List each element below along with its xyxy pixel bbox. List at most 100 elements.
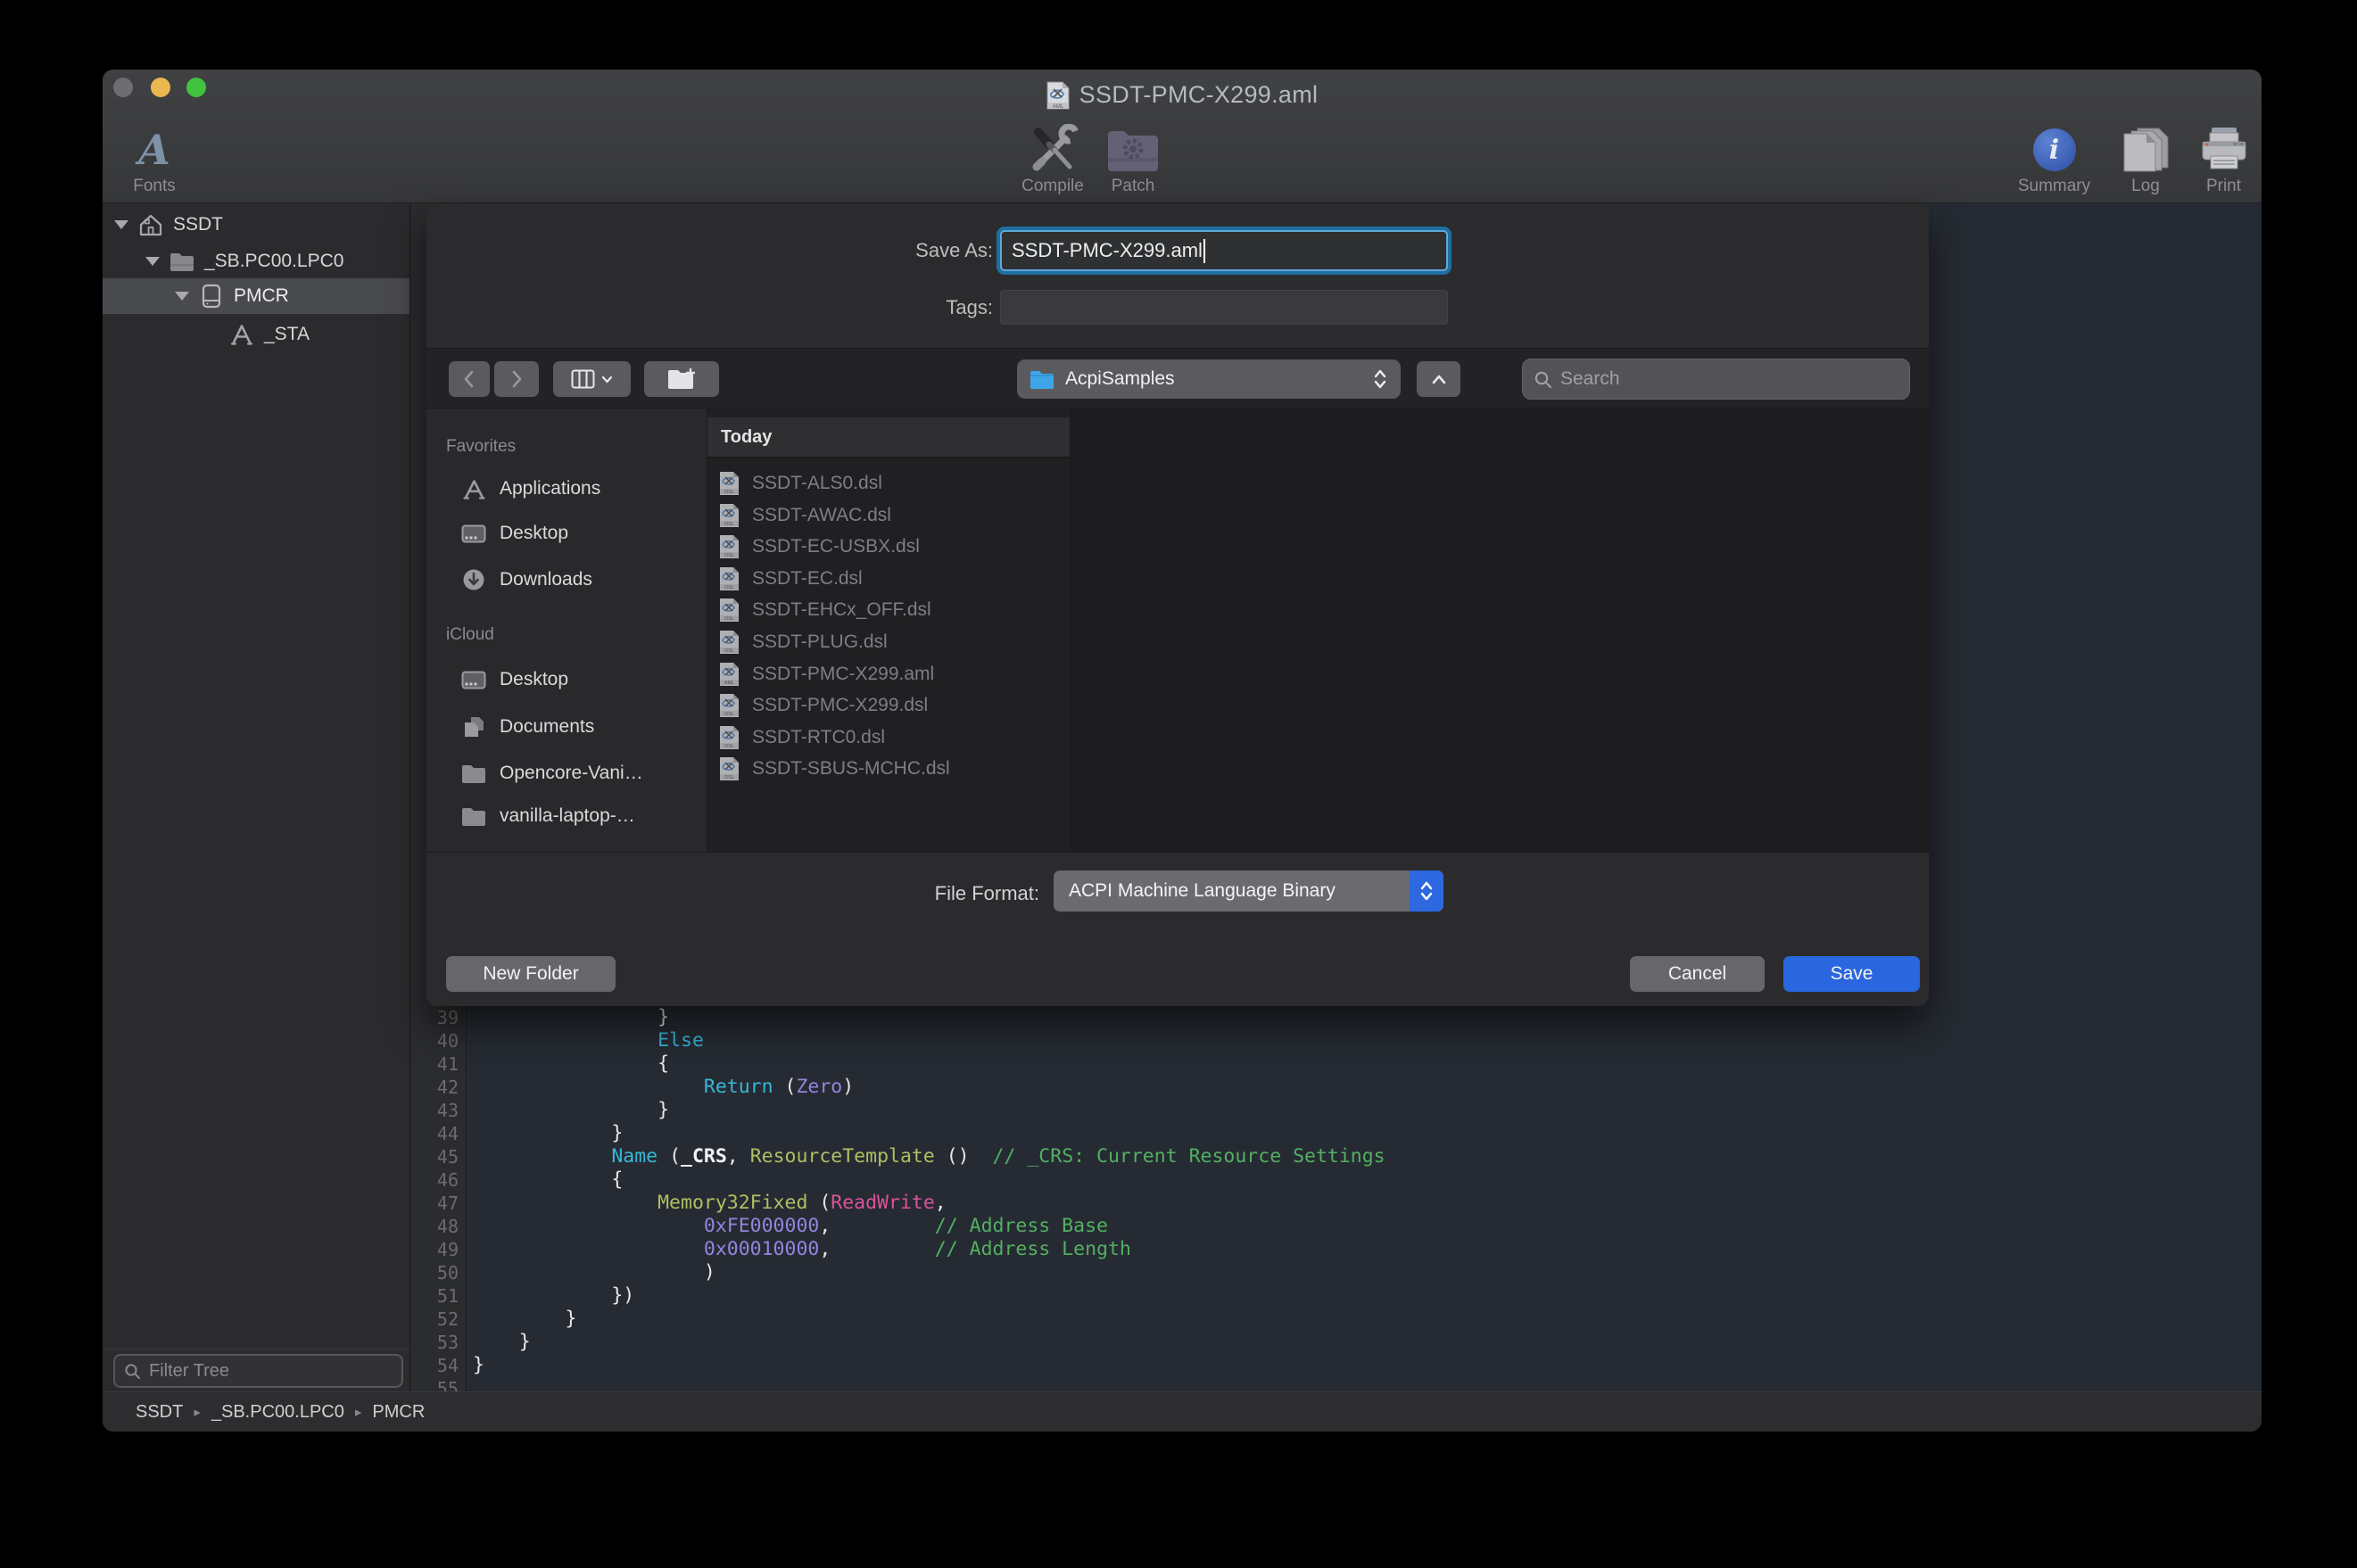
file-row[interactable]: DSL SSDT-AWAC.dsl: [707, 499, 1070, 532]
save-as-input[interactable]: SSDT-PMC-X299.aml: [1000, 230, 1448, 271]
sidebar-item-label: Downloads: [500, 569, 592, 590]
file-name: SSDT-EC-USBX.dsl: [752, 536, 920, 557]
log-button[interactable]: Log: [2105, 124, 2186, 201]
location-value: AcpiSamples: [1065, 368, 1361, 390]
document-icon: DSL: [719, 693, 740, 718]
line-number: 39: [410, 1006, 467, 1029]
file-row[interactable]: DSL SSDT-EHCx_OFF.dsl: [707, 594, 1070, 626]
file-name: SSDT-EHCx_OFF.dsl: [752, 599, 931, 621]
tags-input[interactable]: [1000, 290, 1448, 325]
code-line: 50 ): [410, 1261, 2262, 1284]
line-number: 47: [410, 1192, 467, 1215]
desktop: AML SSDT-PMC-X299.aml A Fonts: [0, 0, 2357, 1568]
svg-text:AML: AML: [724, 681, 734, 686]
file-name: SSDT-PMC-X299.aml: [752, 664, 934, 685]
file-row[interactable]: DSL SSDT-EC.dsl: [707, 563, 1070, 595]
sidebar-item-label: Applications: [500, 478, 600, 499]
code-line: 53 }: [410, 1331, 2262, 1354]
summary-button[interactable]: i Summary: [2003, 124, 2105, 201]
new-folder-toolbar-button[interactable]: [644, 361, 719, 397]
document-icon: DSL: [719, 534, 740, 559]
line-number: 53: [410, 1331, 467, 1354]
compile-button[interactable]: Compile: [1004, 124, 1102, 201]
file-row[interactable]: DSL SSDT-PLUG.dsl: [707, 626, 1070, 658]
forward-button[interactable]: [494, 361, 539, 397]
file-row[interactable]: DSL SSDT-EC-USBX.dsl: [707, 531, 1070, 563]
search-input[interactable]: [1560, 368, 1898, 390]
compile-tools-icon: [1024, 124, 1081, 176]
parent-folder-button[interactable]: [1417, 361, 1460, 397]
code-line: 54}: [410, 1354, 2262, 1377]
cancel-button[interactable]: Cancel: [1630, 956, 1765, 992]
sidebar-item-icloud-desktop[interactable]: Desktop: [426, 664, 707, 696]
window-title: SSDT-PMC-X299.aml: [1079, 81, 1319, 109]
new-folder-icon: [666, 367, 697, 392]
sidebar-item-opencore-folder[interactable]: Opencore-Vani…: [426, 757, 707, 789]
code-text: Name (_CRS, ResourceTemplate () // _CRS:…: [473, 1145, 1385, 1168]
sidebar-item-vanilla-folder[interactable]: vanilla-laptop-…: [426, 800, 707, 832]
breadcrumb-segment[interactable]: SSDT: [136, 1402, 183, 1423]
sidebar-item-documents[interactable]: Documents: [426, 711, 707, 743]
tree-item-ssdt[interactable]: SSDT: [103, 207, 409, 243]
breadcrumb-segment[interactable]: _SB.PC00.LPC0: [211, 1402, 344, 1423]
back-button[interactable]: [449, 361, 490, 397]
code-text: }: [473, 1354, 484, 1377]
code-line: 48 0xFE000000, // Address Base: [410, 1215, 2262, 1238]
file-row[interactable]: AML SSDT-PMC-X299.aml: [707, 658, 1070, 690]
code-line: 52 }: [410, 1308, 2262, 1331]
print-button[interactable]: Print: [2186, 124, 2262, 201]
filter-tree-input[interactable]: [149, 1361, 393, 1382]
tree-item-pmcr[interactable]: PMCR: [103, 278, 409, 314]
code-text: 0xFE000000, // Address Base: [473, 1215, 1108, 1238]
fonts-button[interactable]: A Fonts: [110, 124, 199, 201]
tree-item-sta[interactable]: _STA: [103, 317, 409, 352]
sidebar-item-applications[interactable]: Applications: [426, 473, 707, 505]
location-popup[interactable]: AcpiSamples: [1017, 359, 1401, 399]
method-icon: [228, 323, 255, 346]
cancel-label: Cancel: [1668, 963, 1726, 985]
line-number: 43: [410, 1099, 467, 1122]
file-browser: Favorites Applications: [426, 409, 1929, 852]
disclosure-triangle-icon[interactable]: [175, 292, 189, 301]
downloads-icon: [461, 568, 486, 591]
fonts-icon: A: [138, 129, 170, 170]
code-line: 42 Return (Zero): [410, 1076, 2262, 1099]
filter-tree-field[interactable]: [113, 1354, 403, 1388]
document-icon: DSL: [719, 566, 740, 591]
line-number: 52: [410, 1308, 467, 1331]
desktop-icon: [461, 671, 486, 689]
code-line: 40 Else: [410, 1029, 2262, 1052]
maciasl-window: AML SSDT-PMC-X299.aml A Fonts: [103, 70, 2262, 1432]
code-text: }): [473, 1284, 634, 1308]
file-row[interactable]: DSL SSDT-RTC0.dsl: [707, 722, 1070, 754]
breadcrumb-segment[interactable]: PMCR: [372, 1402, 425, 1423]
printer-icon: [2199, 124, 2249, 176]
patch-button[interactable]: Patch: [1088, 124, 1178, 201]
disclosure-triangle-icon[interactable]: [145, 257, 160, 266]
file-format-popup[interactable]: ACPI Machine Language Binary: [1054, 871, 1443, 912]
file-row[interactable]: DSL SSDT-PMC-X299.dsl: [707, 689, 1070, 722]
info-icon: i: [2033, 128, 2076, 171]
save-as-value: SSDT-PMC-X299.aml: [1012, 239, 1203, 262]
view-mode-button[interactable]: [553, 361, 631, 397]
file-row[interactable]: DSL SSDT-SBUS-MCHC.dsl: [707, 753, 1070, 785]
document-icon: DSL: [719, 630, 740, 655]
column-view-icon: [571, 369, 595, 389]
sidebar-item-desktop[interactable]: Desktop: [426, 517, 707, 549]
document-icon: DSL: [719, 598, 740, 623]
device-icon: [198, 284, 225, 309]
line-number: 46: [410, 1168, 467, 1192]
chevron-down-icon: [601, 375, 613, 384]
svg-text:DSL: DSL: [724, 585, 734, 590]
search-field[interactable]: [1522, 359, 1910, 400]
file-row[interactable]: DSL SSDT-ALS0.dsl: [707, 467, 1070, 499]
document-icon: DSL: [719, 725, 740, 750]
disclosure-triangle-icon[interactable]: [114, 220, 128, 229]
line-number: 40: [410, 1029, 467, 1052]
titlebar[interactable]: AML SSDT-PMC-X299.aml: [103, 70, 2262, 120]
tree-item-sb-pc00-lpc0[interactable]: _SB.PC00.LPC0: [103, 243, 409, 279]
line-number: 44: [410, 1122, 467, 1145]
sidebar-item-downloads[interactable]: Downloads: [426, 564, 707, 596]
new-folder-button[interactable]: New Folder: [446, 956, 616, 992]
save-button[interactable]: Save: [1783, 956, 1920, 992]
